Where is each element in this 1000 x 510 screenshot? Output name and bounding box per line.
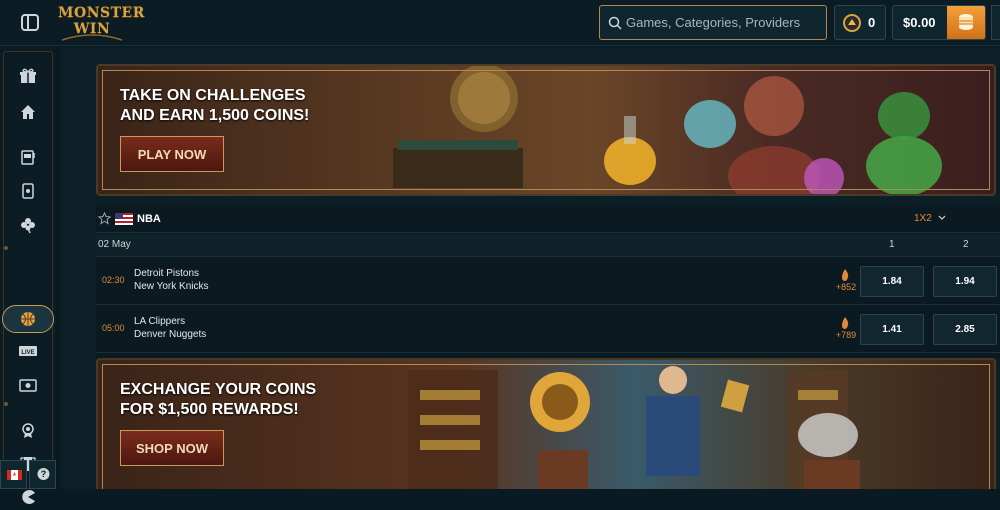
language-button[interactable]: [0, 460, 27, 489]
help-icon: ?: [37, 468, 50, 480]
banner-title: TAKE ON CHALLENGES AND EARN 1,500 COINS!: [120, 86, 380, 126]
match-row[interactable]: 02:30 Detroit Pistons New York Knicks +8…: [96, 258, 1000, 305]
popularity-count: +852: [835, 282, 857, 292]
help-button[interactable]: ?: [29, 460, 56, 489]
sidebar-item-gift[interactable]: [14, 63, 42, 89]
away-team: New York Knicks: [134, 281, 209, 292]
video-poker-icon: [19, 379, 37, 392]
slot-machine-icon: [21, 150, 35, 165]
coins-value: 0: [868, 15, 876, 30]
odd-button-away[interactable]: 2.85: [933, 314, 997, 345]
deposit-button[interactable]: [947, 6, 985, 39]
home-icon: [21, 105, 35, 119]
live-icon: LIVE: [19, 346, 37, 356]
sidebar-item-rewards[interactable]: [14, 417, 42, 443]
cards-icon: [22, 183, 34, 199]
gift-icon: [20, 68, 36, 83]
sports-odds-panel: NBA 1X2 02 May 1 2 02:30 Detroit Pistons…: [96, 205, 1000, 359]
balance-box[interactable]: $0.00: [892, 5, 986, 40]
challenges-banner[interactable]: TAKE ON CHALLENGES AND EARN 1,500 COINS!…: [96, 64, 996, 196]
coin-stack-icon: [956, 12, 976, 32]
popularity-count: +789: [835, 330, 857, 340]
market-select[interactable]: 1X2: [914, 213, 946, 224]
sidebar-item-video[interactable]: [14, 372, 42, 398]
banner-title-line1: TAKE ON CHALLENGES: [120, 87, 306, 104]
sidebar: LIVE: [0, 47, 56, 504]
sidebar-divider-dot: [4, 402, 8, 406]
svg-text:LIVE: LIVE: [21, 350, 34, 356]
sidebar-item-table-games[interactable]: [14, 178, 42, 204]
svg-text:?: ?: [41, 469, 47, 479]
logo-text: MONSTER WIN: [58, 5, 145, 37]
banner-title: EXCHANGE YOUR COINS FOR $1,500 REWARDS!: [120, 380, 380, 420]
coins-balance-button[interactable]: 0: [834, 5, 886, 40]
chevron-down-icon: [938, 213, 946, 224]
match-row[interactable]: 05:00 LA Clippers Denver Nuggets +789 1.…: [96, 306, 1000, 353]
match-time: 05:00: [102, 323, 125, 333]
odd-button-away[interactable]: 1.94: [933, 266, 997, 297]
column-1-header: 1: [889, 239, 895, 250]
market-label: 1X2: [914, 213, 932, 224]
home-team: Detroit Pistons: [134, 268, 200, 279]
canada-flag-icon: [7, 470, 22, 480]
pacman-icon: [22, 490, 35, 504]
odd-button-home[interactable]: 1.41: [860, 314, 924, 345]
league-name: NBA: [137, 213, 161, 225]
banner-title-line1: EXCHANGE YOUR COINS: [120, 381, 317, 398]
basketball-icon: [21, 312, 35, 326]
away-team: Denver Nuggets: [134, 329, 207, 340]
search-icon: [608, 16, 622, 30]
badge-icon: [22, 423, 34, 438]
usa-flag-icon: [115, 212, 133, 230]
search-box[interactable]: [599, 5, 827, 40]
home-team: LA Clippers: [134, 316, 186, 327]
banner-title-line2: AND EARN 1,500 COINS!: [120, 107, 310, 124]
clover-icon: [21, 218, 35, 234]
sidebar-item-sports[interactable]: [14, 306, 42, 332]
play-now-button[interactable]: PLAY NOW: [120, 136, 224, 172]
sidebar-item-live[interactable]: LIVE: [14, 338, 42, 364]
date-row: 02 May 1 2: [96, 234, 1000, 257]
exchange-banner[interactable]: EXCHANGE YOUR COINS FOR $1,500 REWARDS! …: [96, 358, 996, 489]
shop-now-button[interactable]: SHOP NOW: [120, 430, 224, 466]
profile-button-edge[interactable]: [991, 5, 1000, 40]
sidebar-item-slots[interactable]: [14, 144, 42, 170]
search-input[interactable]: [626, 6, 824, 39]
star-icon[interactable]: [97, 211, 112, 230]
sidebar-divider-dot: [4, 246, 8, 250]
sidebar-item-lucky[interactable]: [14, 212, 42, 238]
sidebar-toggle-icon[interactable]: [18, 12, 42, 34]
column-2-header: 2: [963, 239, 969, 250]
sidebar-item-home[interactable]: [14, 99, 42, 125]
league-header: NBA 1X2: [96, 205, 1000, 233]
coin-icon: [843, 14, 861, 32]
banner-title-line2: FOR $1,500 REWARDS!: [120, 401, 299, 418]
match-date: 02 May: [98, 239, 131, 250]
top-bar: MONSTER WIN 0 $0.00: [0, 0, 1000, 46]
main-content: TAKE ON CHALLENGES AND EARN 1,500 COINS!…: [60, 47, 1000, 489]
balance-value: $0.00: [903, 15, 936, 30]
odd-button-home[interactable]: 1.84: [860, 266, 924, 297]
match-time: 02:30: [102, 275, 125, 285]
